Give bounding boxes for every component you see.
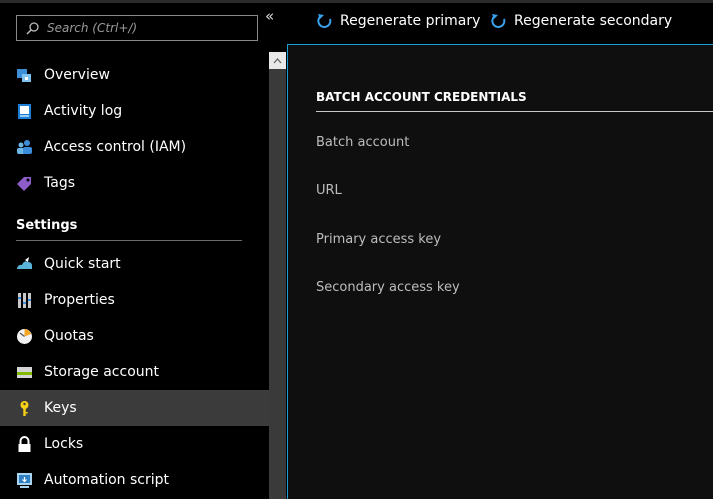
sidebar-item-quotas[interactable]: Quotas [0,318,269,354]
scroll-up-button[interactable] [269,52,286,69]
sidebar-item-access-control[interactable]: Access control (IAM) [0,129,269,165]
sidebar-item-label: Automation script [44,472,170,488]
regenerate-secondary-button[interactable]: Regenerate secondary [491,0,672,41]
storage-account-icon [16,364,33,381]
sidebar-item-label: Tags [44,175,75,191]
sidebar-item-label: Properties [44,292,115,308]
collapse-sidebar-icon[interactable]: « [265,7,274,25]
quotas-icon [16,328,33,345]
sidebar-item-label: Storage account [44,364,160,380]
search-input[interactable] [47,21,237,35]
sidebar-item-overview[interactable]: Overview [0,57,269,93]
quick-start-icon [16,256,33,273]
sidebar-item-automation-script[interactable]: Automation script [0,462,269,498]
sidebar-item-label: Keys [44,400,77,416]
sidebar-item-label: Access control (IAM) [44,139,187,155]
sidebar-item-activity-log[interactable]: Activity log [0,93,269,129]
sidebar-item-storage-account[interactable]: Storage account [0,354,269,390]
sidebar-item-properties[interactable]: Properties [0,282,269,318]
activity-log-icon [16,103,33,120]
regenerate-primary-button[interactable]: Regenerate primary [317,0,480,41]
sidebar-scrollbar[interactable] [269,52,286,499]
search-icon [26,21,39,35]
sidebar-item-quick-start[interactable]: Quick start [0,246,269,282]
settings-section-header: Settings [16,218,78,233]
keys-content-pane [287,44,713,499]
overview-icon [16,67,33,84]
sidebar-item-label: Activity log [44,103,123,119]
refresh-icon [491,13,506,28]
chevron-up-icon [273,57,282,63]
refresh-icon [317,13,332,28]
properties-icon [16,292,33,309]
regenerate-secondary-label: Regenerate secondary [514,12,673,29]
content-pane-border [287,44,288,499]
section-divider [316,111,713,112]
content-pane-border [287,44,713,45]
sidebar-item-tags[interactable]: Tags [0,165,269,201]
automation-script-icon [16,472,33,489]
sidebar-item-keys[interactable]: Keys [0,390,269,426]
url-label: URL [316,183,342,198]
batch-account-label: Batch account [316,135,410,150]
lock-icon [16,435,33,453]
section-divider [16,240,242,241]
search-box[interactable] [16,15,258,41]
sidebar-item-label: Quotas [44,328,94,344]
primary-access-key-label: Primary access key [316,232,442,247]
access-control-icon [16,139,33,156]
sidebar-item-label: Locks [44,436,84,452]
tag-icon [16,175,33,192]
key-icon [16,400,33,417]
sidebar-item-label: Overview [44,67,110,83]
sidebar-item-label: Quick start [44,256,121,272]
regenerate-primary-label: Regenerate primary [340,12,481,29]
credentials-section-header: BATCH ACCOUNT CREDENTIALS [316,90,527,104]
secondary-access-key-label: Secondary access key [316,280,460,295]
sidebar-item-locks[interactable]: Locks [0,426,269,462]
